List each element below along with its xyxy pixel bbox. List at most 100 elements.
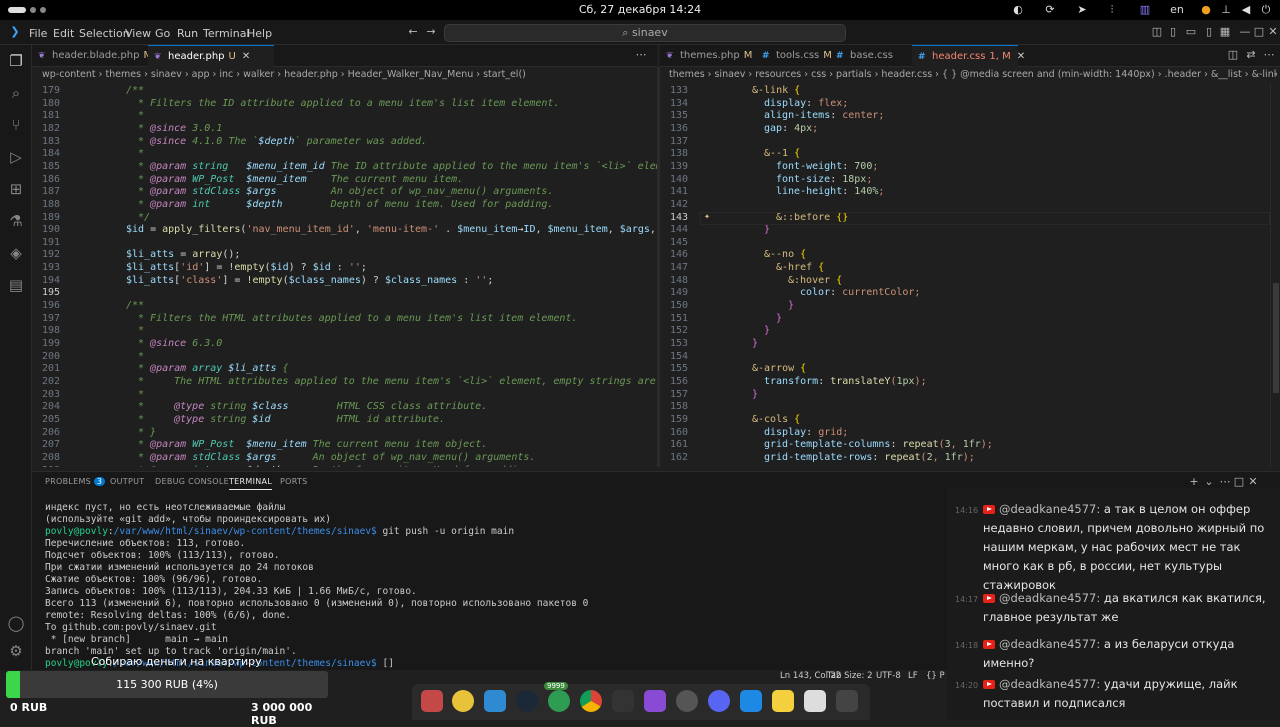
code-line[interactable]: * @since 4.1.0 The `$depth` parameter wa…	[138, 136, 427, 149]
github-desktop-icon[interactable]	[676, 690, 698, 712]
chevron-down-icon[interactable]: ⌄	[1202, 475, 1216, 489]
editor-tab[interactable]: # header.css 1, M ✕	[912, 45, 1025, 67]
microphone-icon[interactable]: ●	[1198, 2, 1214, 18]
code-line[interactable]: transform: translateY(1px);	[764, 376, 927, 389]
volume-icon[interactable]: ◀	[1238, 2, 1254, 18]
messenger-app-icon[interactable]: 9999	[544, 682, 570, 712]
discord-icon[interactable]	[708, 690, 730, 712]
split-editor-icon[interactable]: ◫	[1226, 48, 1240, 62]
code-line[interactable]: * @param stdClass $args An object of wp_…	[138, 452, 535, 465]
explorer-icon[interactable]: ❐	[6, 51, 26, 71]
code-line[interactable]: }	[764, 325, 770, 338]
steam-icon[interactable]	[516, 690, 538, 712]
command-center-search[interactable]: ⌕ sinaev	[444, 24, 846, 42]
code-line[interactable]: * @since 3.0.1	[138, 123, 222, 136]
scrollbar-thumb[interactable]	[1273, 283, 1279, 393]
docker-icon[interactable]: ◈	[6, 243, 26, 263]
source-control-icon[interactable]: ⑂	[6, 115, 26, 135]
tab-ports[interactable]: PORTS	[280, 477, 308, 486]
chrome-icon[interactable]	[580, 690, 602, 712]
status-encoding[interactable]: UTF-8	[876, 671, 901, 681]
code-line[interactable]: $li_atts['class'] = !empty($class_names)…	[126, 275, 493, 288]
left-code-editor[interactable]: 179 /** 180 * Filters the ID attribute appl…	[32, 83, 657, 467]
code-line[interactable]: * @param stdClass $args An object of wp_…	[138, 186, 553, 199]
code-line[interactable]: * @param int $depth Depth of menu item. …	[138, 465, 535, 468]
code-line[interactable]: font-weight: 700;	[776, 161, 878, 174]
code-line[interactable]: align-items: center;	[764, 110, 884, 123]
menu-edit[interactable]: Edit	[53, 27, 74, 40]
right-breadcrumb[interactable]: themes › sinaev › resources › css › part…	[669, 67, 1277, 83]
package-app-icon[interactable]	[772, 690, 794, 712]
code-line[interactable]: *	[138, 325, 144, 338]
editor-tab[interactable]: ❦header.blade.phpM	[32, 45, 152, 67]
network-icon[interactable]: ⊥	[1218, 2, 1234, 18]
code-line[interactable]: *	[138, 351, 144, 364]
code-line[interactable]: * @param string $menu_item_id The ID att…	[138, 161, 657, 174]
code-line[interactable]: $li_atts['id'] = !empty($id) ? $id : '';	[126, 262, 367, 275]
show-apps-icon[interactable]	[836, 690, 858, 712]
back-arrow-icon[interactable]: ←	[406, 25, 420, 39]
code-line[interactable]: }	[776, 313, 782, 326]
maximize-icon[interactable]: □	[1252, 25, 1266, 39]
menu-terminal[interactable]: Terminal	[203, 27, 250, 40]
trash-icon[interactable]	[804, 690, 826, 712]
toggle-secondary-sidebar-icon[interactable]: ▯	[1202, 25, 1216, 39]
code-line[interactable]: *	[138, 110, 144, 123]
code-line[interactable]: /**	[126, 300, 144, 313]
testing-icon[interactable]: ⚗	[6, 211, 26, 231]
code-line[interactable]: &-arrow {	[752, 363, 806, 376]
files-app-icon[interactable]	[421, 690, 443, 712]
maximize-panel-icon[interactable]: □	[1232, 475, 1246, 489]
code-line[interactable]: * The HTML attributes applied to the men…	[138, 376, 657, 389]
code-line[interactable]: *	[138, 389, 144, 402]
toggle-sidebar-icon[interactable]: ▯	[1166, 25, 1180, 39]
code-line[interactable]: font-size: 18px;	[776, 174, 872, 187]
code-line[interactable]: * @param int $depth Depth of menu item. …	[138, 199, 553, 212]
status-eol[interactable]: LF	[908, 671, 918, 681]
code-line[interactable]: * Filters the HTML attributes applied to…	[138, 313, 578, 326]
forward-arrow-icon[interactable]: →	[424, 25, 438, 39]
extensions-icon[interactable]: ⊞	[6, 179, 26, 199]
code-line[interactable]: &-href {	[776, 262, 824, 275]
code-line[interactable]: */	[138, 212, 150, 225]
code-line[interactable]: * Filters the ID attribute applied to a …	[138, 98, 559, 111]
obs-app-icon[interactable]	[452, 690, 474, 712]
code-line[interactable]: grid-template-rows: repeat(2, 1fr);	[764, 452, 975, 465]
code-line[interactable]: /**	[126, 85, 144, 98]
code-line[interactable]: &:hover {	[788, 275, 842, 288]
menu-help[interactable]: Help	[247, 27, 272, 40]
remote-explorer-icon[interactable]: ▤	[6, 275, 26, 295]
code-line[interactable]: $id = apply_filters('nav_menu_item_id', …	[126, 224, 657, 237]
code-line[interactable]: *	[138, 148, 144, 161]
equalizer-icon[interactable]: ⫶	[1104, 2, 1120, 18]
copilot-icon[interactable]: ◫	[1150, 25, 1164, 39]
obsidian-app-icon[interactable]	[644, 690, 666, 712]
tab-output[interactable]: OUTPUT	[110, 477, 144, 486]
tray-sync-icon[interactable]: ⟳	[1042, 2, 1058, 18]
tab-debug-console[interactable]: DEBUG CONSOLE	[155, 477, 229, 486]
menu-run[interactable]: Run	[177, 27, 198, 40]
new-terminal-icon[interactable]: +	[1187, 475, 1201, 489]
tab-terminal[interactable]: TERMINAL	[229, 477, 273, 490]
code-line[interactable]: }	[752, 389, 758, 402]
language-indicator[interactable]: en	[1166, 2, 1188, 18]
code-line[interactable]: * @param array $li_atts {	[138, 363, 289, 376]
minimize-icon[interactable]: —	[1238, 25, 1252, 39]
tray-box-icon[interactable]: ▥	[1137, 2, 1153, 18]
code-line[interactable]: gap: 4px;	[764, 123, 818, 136]
code-line[interactable]: &-cols {	[752, 414, 800, 427]
code-line[interactable]: }	[752, 338, 758, 351]
menu-file[interactable]: File	[29, 27, 47, 40]
code-line[interactable]: * @type string $class HTML CSS class att…	[138, 401, 487, 414]
status-language[interactable]: {} P	[926, 671, 945, 681]
code-line[interactable]: &-link {	[752, 85, 800, 98]
tab-problems[interactable]: PROBLEMS 3	[45, 477, 106, 486]
terminal-output[interactable]: индекс пуст, но есть неотслеживаемые фай…	[0, 500, 947, 670]
editor-tab[interactable]: # tools.css M	[756, 45, 832, 67]
editor-tab[interactable]: ❦ header.php U ✕	[148, 45, 274, 67]
code-line[interactable]: line-height: 140%;	[776, 186, 884, 199]
customize-layout-icon[interactable]: ▦	[1218, 25, 1232, 39]
terminal-more-icon[interactable]: ⋯	[1218, 475, 1232, 489]
menu-selection[interactable]: Selection	[79, 27, 130, 40]
tray-app-icon[interactable]: ◐	[1010, 2, 1026, 18]
